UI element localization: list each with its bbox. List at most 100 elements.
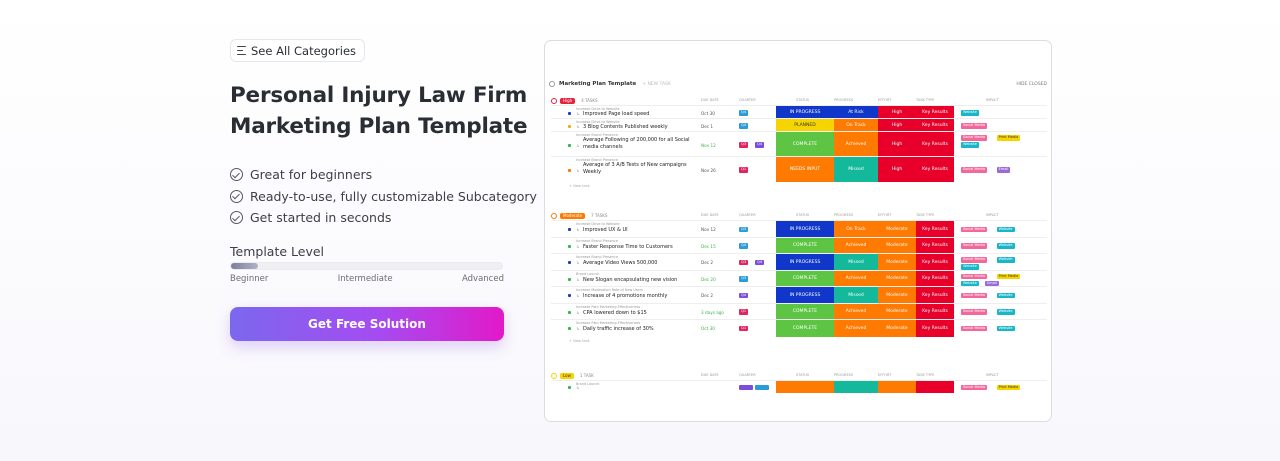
- preview-new-task: + NEW TASK: [642, 81, 671, 87]
- type-cell: Key Results: [916, 237, 954, 254]
- impact-tag: Print Media: [996, 384, 1021, 390]
- status-cell: IN PROGRESS: [776, 254, 834, 271]
- impact-tag: Website: [996, 257, 1015, 263]
- subtask-icon: ↳: [576, 227, 580, 233]
- table-row: Brand Launch ↳ Social Media Print Media: [551, 380, 1047, 393]
- page-title: Personal Injury Law Firm Marketing Plan …: [230, 83, 528, 139]
- quarter-tag: Q3: [739, 142, 749, 148]
- impact-tag: Website: [996, 309, 1015, 315]
- type-cell: Key Results: [916, 132, 954, 157]
- column-header: QUARTER: [739, 213, 756, 217]
- group-tag: High: [560, 97, 576, 104]
- status-cell: IN PROGRESS: [776, 287, 834, 304]
- due-date: Dec 2: [701, 260, 714, 266]
- column-header: IMPACT: [986, 98, 999, 102]
- impact-tag: Website: [961, 110, 979, 116]
- column-header: EFFORT: [878, 98, 892, 102]
- quarter-tag: [739, 384, 753, 390]
- due-date: Nov 12: [701, 227, 716, 233]
- impact-tag: Print Media: [996, 273, 1021, 279]
- column-header: QUARTER: [739, 373, 756, 377]
- progress-cell: Missed: [834, 254, 878, 271]
- task-name: Average Following of 200,000 for all Soc…: [583, 137, 690, 150]
- quarter-tag: Q4: [739, 110, 749, 116]
- impact-tag: Social Media: [961, 292, 988, 299]
- quarter-tag: Q1: [739, 309, 749, 315]
- row-category: Increase Paid Marketing Effectiveness: [576, 304, 641, 309]
- quarter-tag: Q4: [755, 142, 765, 148]
- table-row: Increase Brand Presence ↳ Faster Response …: [551, 236, 1047, 254]
- feature-item: Ready-to-use, fully customizable Subcate…: [230, 186, 537, 208]
- effort-cell: High: [878, 157, 916, 182]
- impact-tag: Print Media: [996, 135, 1021, 141]
- impact-tag: Social Media: [961, 167, 988, 173]
- new-task-link: + New task: [569, 338, 590, 343]
- type-cell: Key Results: [916, 320, 954, 337]
- effort-cell: High: [878, 132, 916, 157]
- quarter-tag: Q1: [739, 167, 749, 173]
- progress-cell: On Track: [834, 221, 878, 238]
- impact-tag: Email: [996, 167, 1011, 173]
- status-cell: COMPLETE: [776, 270, 834, 287]
- subtask-icon: ↳: [576, 123, 580, 129]
- column-header: STATUS: [796, 373, 810, 377]
- group-toggle-icon: [551, 372, 557, 379]
- due-date: Dec 20: [701, 276, 716, 282]
- status-dot: [568, 228, 571, 232]
- impact-tag: Social Media: [961, 243, 988, 249]
- table-row: Increase Moderation Rate of New Users ↳ In…: [551, 286, 1047, 304]
- status-dot: [568, 386, 571, 389]
- column-header: STATUS: [796, 98, 810, 102]
- quarter-tag: Q4: [739, 243, 749, 249]
- impact-tag: Social Media: [961, 384, 988, 390]
- due-date: Nov 26: [701, 167, 716, 173]
- template-level-label: Template Level: [230, 244, 325, 259]
- task-name: Increase of 4 promotions monthly: [583, 293, 668, 300]
- feature-label: Get started in seconds: [250, 210, 392, 226]
- feature-list: Great for beginners Ready-to-use, fully …: [230, 164, 537, 229]
- column-header: DUE DATE: [701, 213, 719, 217]
- type-cell: Key Results: [916, 287, 954, 304]
- group-toggle-icon: [551, 212, 557, 219]
- type-cell: [916, 381, 954, 393]
- column-header: IMPACT: [986, 373, 999, 377]
- effort-cell: Moderate: [878, 320, 916, 337]
- feature-label: Ready-to-use, fully customizable Subcate…: [250, 188, 537, 204]
- task-name: 3 Blog Contents Published weekly: [583, 123, 668, 130]
- due-date: Dec 2: [701, 293, 714, 299]
- impact-tag: Website: [996, 226, 1015, 233]
- impact-tag: Website: [996, 325, 1015, 332]
- progress-cell: [834, 381, 878, 393]
- group-tag: Moderate: [560, 212, 586, 219]
- effort-cell: Moderate: [878, 237, 916, 254]
- subtask-icon: ↳: [576, 142, 580, 148]
- effort-cell: Moderate: [878, 254, 916, 271]
- status-dot: [568, 327, 571, 331]
- due-date: 3 days ago: [701, 309, 724, 315]
- subtask-icon: ↳: [576, 309, 580, 315]
- effort-cell: Moderate: [878, 303, 916, 320]
- status-dot: [568, 111, 571, 115]
- get-free-solution-button[interactable]: Get Free Solution: [230, 307, 504, 341]
- type-cell: Key Results: [916, 254, 954, 271]
- check-circle-icon: [230, 211, 243, 225]
- status-dot: [568, 143, 571, 147]
- status-cell: [776, 381, 834, 393]
- table-row: Increase Drive to Website ↳ 3 Blog Content…: [551, 118, 1047, 132]
- template-level-fill: [231, 263, 259, 269]
- due-date: Oct 30: [701, 110, 715, 116]
- see-all-categories-button[interactable]: See All Categories: [230, 39, 366, 62]
- table-row: Increase Paid Marketing Effectiveness ↳ CP…: [551, 302, 1047, 320]
- column-header: STATUS: [796, 213, 810, 217]
- preview-hide-closed: HIDE CLOSED: [1016, 81, 1047, 87]
- column-header: TASK TYPE: [916, 373, 935, 377]
- row-category: Brand Launch: [576, 271, 600, 276]
- row-category: Increase Paid Marketing Effectiveness: [576, 321, 641, 325]
- row-category: Brand Launch: [576, 382, 600, 386]
- feature-label: Great for beginners: [250, 167, 373, 183]
- subtask-icon: ↳: [576, 276, 580, 282]
- status-dot: [568, 244, 571, 248]
- row-category: Increase Moderation Rate of New Users: [576, 288, 643, 292]
- status-cell: IN PROGRESS: [776, 221, 834, 238]
- status-dot: [568, 261, 571, 265]
